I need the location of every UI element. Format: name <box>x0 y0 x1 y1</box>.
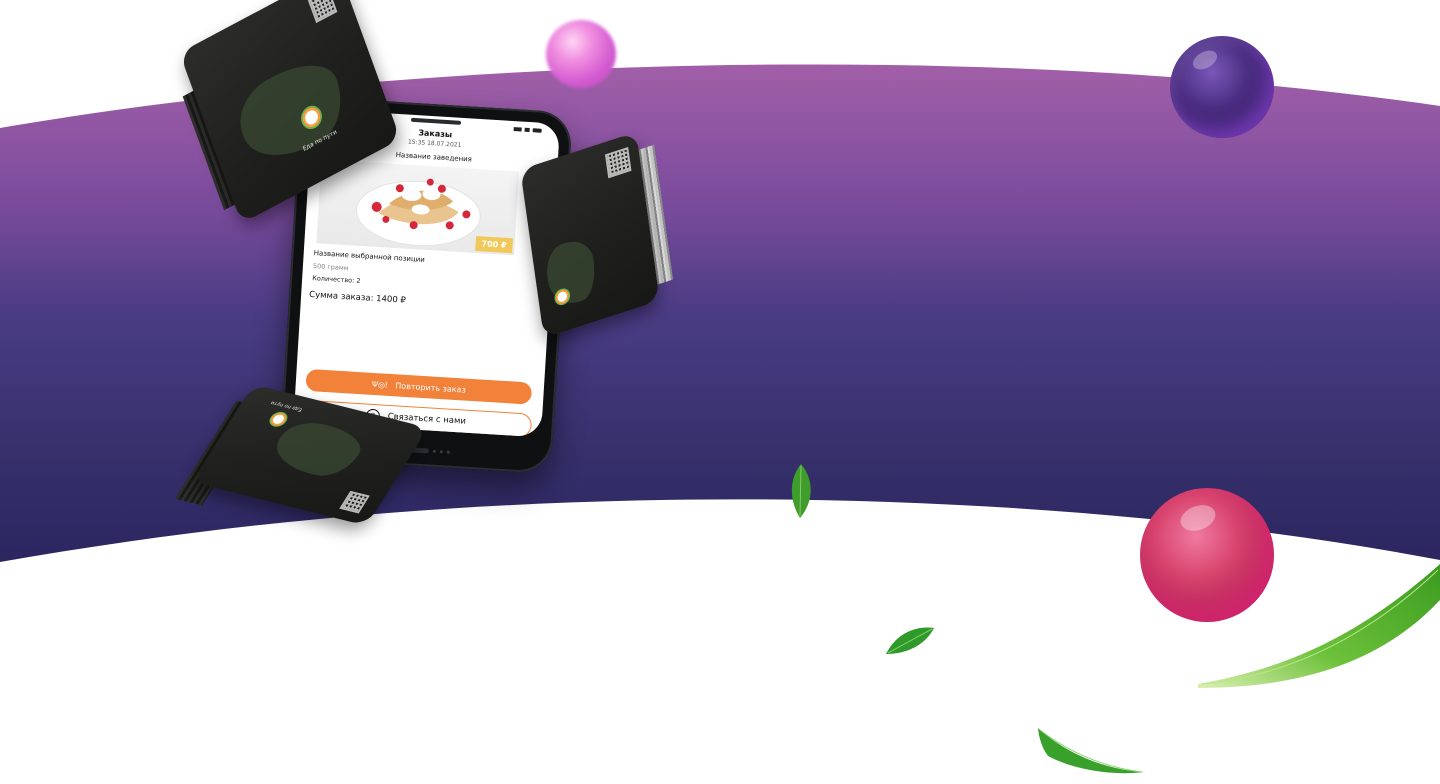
violet-sphere-icon <box>1170 36 1274 138</box>
green-leaf-icon <box>1038 728 1144 774</box>
repeat-order-label: Повторить заказ <box>395 380 467 395</box>
item-weight: 500 грамм <box>312 262 349 273</box>
green-leaf-icon <box>791 464 811 518</box>
pink-sphere-icon <box>546 20 616 88</box>
green-leaf-icon <box>1198 564 1440 688</box>
wifi-icon <box>524 127 530 133</box>
order-total: Сумма заказа: 1400 ₽ <box>308 289 407 306</box>
item-quantity: Количество: 2 <box>311 274 361 285</box>
price-badge: 700 ₽ <box>475 235 514 254</box>
repeat-order-button[interactable]: Ψ◎ǃ Повторить заказ <box>305 368 533 405</box>
food-container-right <box>520 132 673 338</box>
green-leaf-icon <box>886 627 934 654</box>
cutlery-plate-icon: Ψ◎ǃ <box>371 379 388 390</box>
signal-icon <box>513 127 522 132</box>
hero-stage: Заказы 15:35 18.07.2021 Название заведен… <box>0 0 1440 784</box>
phone-notch <box>410 117 462 125</box>
item-name: Название выбранной позиции <box>313 249 426 264</box>
battery-icon <box>532 128 542 133</box>
status-bar <box>513 127 542 133</box>
container-lid <box>520 132 660 338</box>
food-photo: 700 ₽ <box>316 159 520 256</box>
